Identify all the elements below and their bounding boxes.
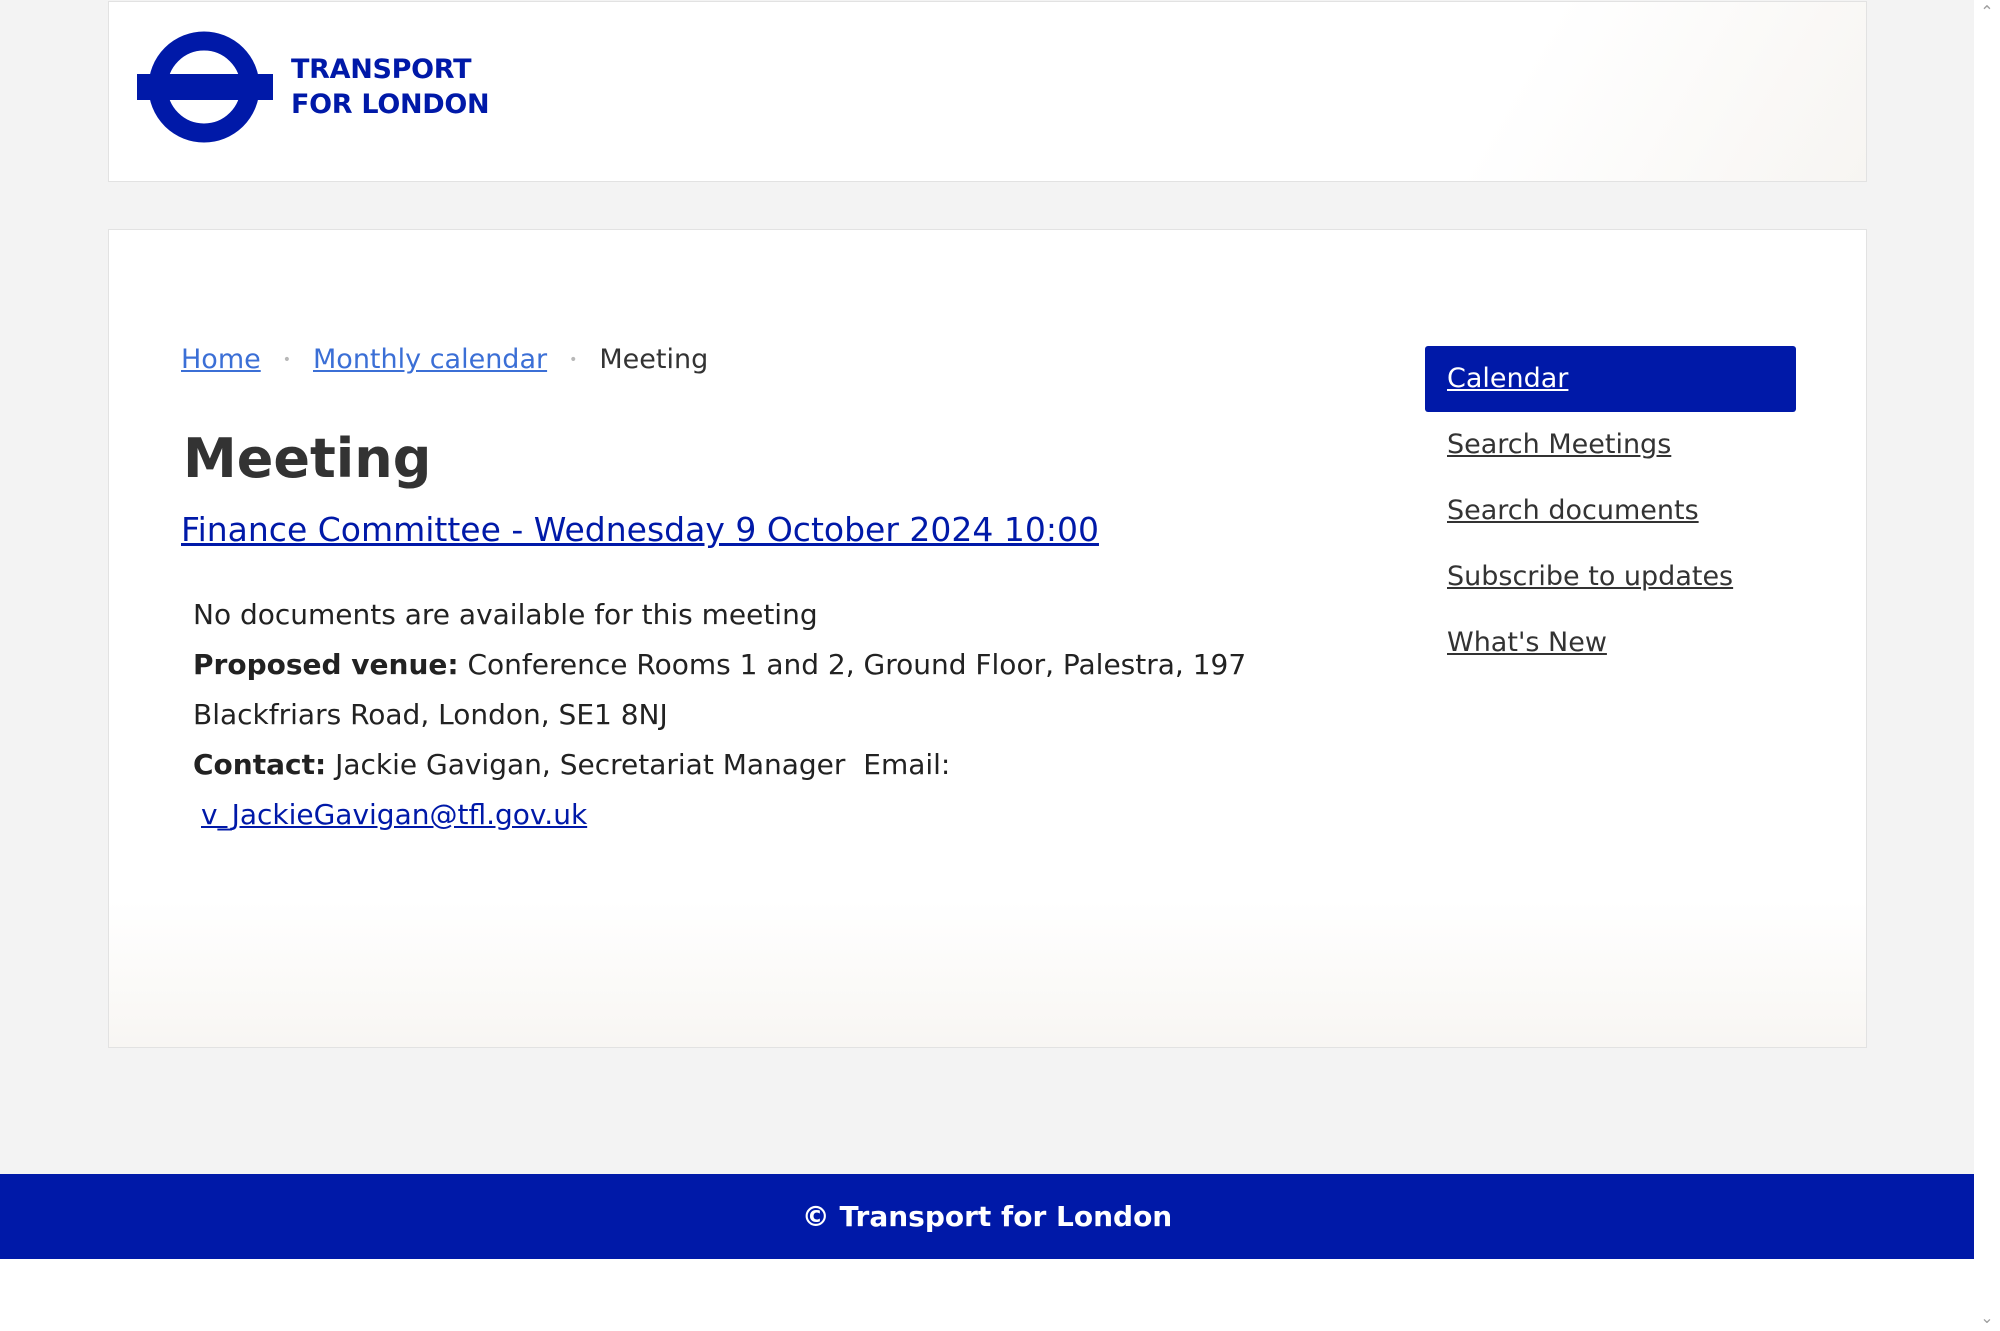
page: TRANSPORT FOR LONDON Home • Monthly cale… bbox=[0, 0, 1974, 1331]
meeting-content: Home • Monthly calendar • Meeting Meetin… bbox=[181, 340, 1331, 840]
footer-copyright: © Transport for London bbox=[801, 1200, 1173, 1233]
contact: Contact: Jackie Gavigan, Secretariat Man… bbox=[193, 740, 1331, 790]
meeting-details: No documents are available for this meet… bbox=[193, 590, 1331, 840]
tfl-logo[interactable]: TRANSPORT FOR LONDON bbox=[137, 30, 490, 144]
breadcrumb-home[interactable]: Home bbox=[181, 340, 261, 380]
site-footer: © Transport for London bbox=[0, 1174, 1974, 1259]
breadcrumb: Home • Monthly calendar • Meeting bbox=[181, 340, 1331, 380]
breadcrumb-separator: • bbox=[569, 352, 578, 368]
email-label: Email: bbox=[863, 748, 951, 781]
tfl-roundel-icon bbox=[137, 31, 273, 143]
email-link[interactable]: v_JackieGavigan@tfl.gov.uk bbox=[201, 798, 587, 831]
nav-subscribe-to-updates[interactable]: Subscribe to updates bbox=[1425, 544, 1796, 610]
email-row: v_JackieGavigan@tfl.gov.uk bbox=[193, 790, 1331, 840]
vertical-scrollbar[interactable]: ⌃ ⌄ bbox=[1974, 0, 2000, 1331]
chevron-up-icon[interactable]: ⌃ bbox=[1974, 2, 2000, 21]
page-title: Meeting bbox=[183, 427, 432, 490]
breadcrumb-monthly-calendar[interactable]: Monthly calendar bbox=[313, 340, 547, 380]
side-navigation: Calendar Search Meetings Search document… bbox=[1425, 346, 1796, 676]
nav-search-meetings[interactable]: Search Meetings bbox=[1425, 412, 1796, 478]
chevron-down-icon[interactable]: ⌄ bbox=[1974, 1308, 2000, 1327]
venue-label: Proposed venue: bbox=[193, 648, 459, 681]
nav-search-documents[interactable]: Search documents bbox=[1425, 478, 1796, 544]
logo-line-2: FOR LONDON bbox=[291, 89, 490, 120]
logo-line-1: TRANSPORT bbox=[291, 54, 472, 85]
logo-text: TRANSPORT FOR LONDON bbox=[291, 52, 490, 122]
meeting-title-link[interactable]: Finance Committee - Wednesday 9 October … bbox=[181, 508, 1099, 552]
contact-value: Jackie Gavigan, Secretariat Manager bbox=[335, 748, 846, 781]
main-content-box: Home • Monthly calendar • Meeting Meetin… bbox=[108, 229, 1867, 1048]
breadcrumb-separator: • bbox=[282, 352, 291, 368]
site-header: TRANSPORT FOR LONDON bbox=[108, 1, 1867, 182]
nav-whats-new[interactable]: What's New bbox=[1425, 610, 1796, 676]
breadcrumb-current: Meeting bbox=[599, 344, 709, 375]
venue: Proposed venue: Conference Rooms 1 and 2… bbox=[193, 640, 1331, 740]
no-documents-text: No documents are available for this meet… bbox=[193, 598, 818, 631]
page-bottom-area bbox=[0, 1259, 1974, 1331]
nav-calendar[interactable]: Calendar bbox=[1425, 346, 1796, 412]
contact-label: Contact: bbox=[193, 748, 327, 781]
